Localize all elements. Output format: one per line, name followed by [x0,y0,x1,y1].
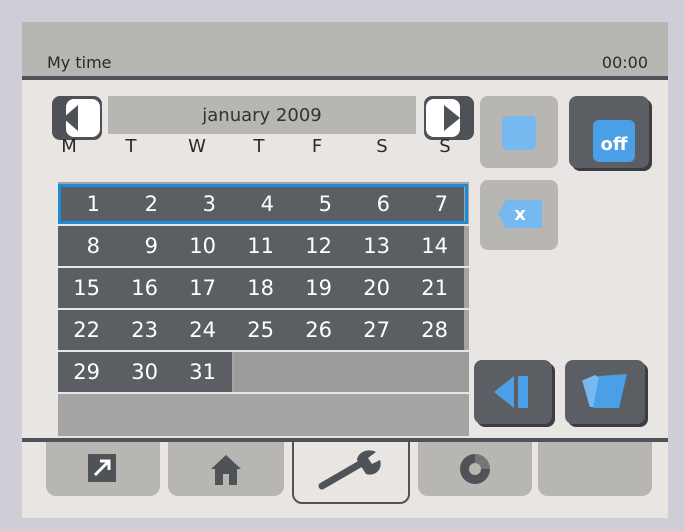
next-month-button[interactable] [424,96,474,140]
day-cell[interactable]: 19 [290,268,348,308]
left-arrow-icon [63,105,78,131]
day-cell[interactable]: 30 [116,352,174,392]
selected-week-highlight [58,184,468,224]
grid-divider [58,350,469,352]
day-cell[interactable]: 18 [232,268,290,308]
day-cell[interactable]: 13 [348,226,406,266]
day-cell[interactable]: 15 [58,268,116,308]
tab-empty[interactable] [538,442,652,496]
day-cell[interactable]: 23 [116,310,174,350]
back-button[interactable] [474,360,552,424]
weekday-label: M [61,136,77,157]
off-button[interactable]: off [569,96,649,168]
weekday-label: W [188,136,206,157]
off-label: off [600,134,628,155]
day-cell[interactable]: 25 [232,310,290,350]
right-arrow-icon [444,105,460,131]
backspace-icon: x [498,200,542,228]
day-cell[interactable]: 17 [174,268,232,308]
weekday-label: T [253,136,265,157]
clock: 00:00 [601,53,648,72]
empty-calendar-area [58,394,469,436]
weekday-label: F [311,136,323,157]
calendar-panel: My time 00:00 january 2009 M T W T F S S… [22,22,668,518]
weekday-label: S [376,136,388,157]
tab-media[interactable] [418,442,532,496]
clear-label: x [514,204,526,225]
grid-divider [58,308,469,310]
on-button[interactable]: on [480,96,558,168]
header-bar: My time 00:00 [22,22,668,80]
day-cell[interactable]: 29 [58,352,116,392]
page-title: My time [47,53,112,72]
day-cell[interactable]: 11 [232,226,290,266]
day-cell[interactable]: 26 [290,310,348,350]
off-icon: off [593,120,635,162]
weekday-label: T [125,136,137,157]
grid-divider [58,392,469,394]
day-cell[interactable]: 24 [174,310,232,350]
disc-icon [460,454,490,484]
tab-home[interactable] [168,442,284,496]
day-cell[interactable]: 14 [406,226,464,266]
day-cell[interactable]: 20 [348,268,406,308]
day-cell[interactable]: 28 [406,310,464,350]
day-cell[interactable]: 31 [174,352,232,392]
day-cell[interactable]: 10 [174,226,232,266]
back-icon [494,376,528,408]
day-cell[interactable]: 8 [58,226,116,266]
folder-button[interactable] [565,360,645,424]
empty-calendar-area [234,352,469,394]
arrow-up-right-icon [93,459,111,477]
day-cell[interactable]: 27 [348,310,406,350]
folder-icon [579,372,627,409]
weekday-label: S [439,136,451,157]
home-icon [211,455,241,485]
day-cell[interactable]: 9 [116,226,174,266]
wrench-icon [318,450,381,490]
day-cell[interactable]: 12 [290,226,348,266]
prev-month-button[interactable] [52,96,102,140]
clear-button[interactable]: x [480,180,558,250]
grid-divider [58,224,469,226]
tab-export[interactable] [46,442,160,496]
grid-divider [58,266,469,268]
day-cell[interactable]: 21 [406,268,464,308]
on-label: on [510,118,524,131]
tab-settings[interactable] [292,442,410,504]
month-title: january 2009 [108,96,416,134]
day-cell[interactable]: 16 [116,268,174,308]
day-cell[interactable]: 22 [58,310,116,350]
